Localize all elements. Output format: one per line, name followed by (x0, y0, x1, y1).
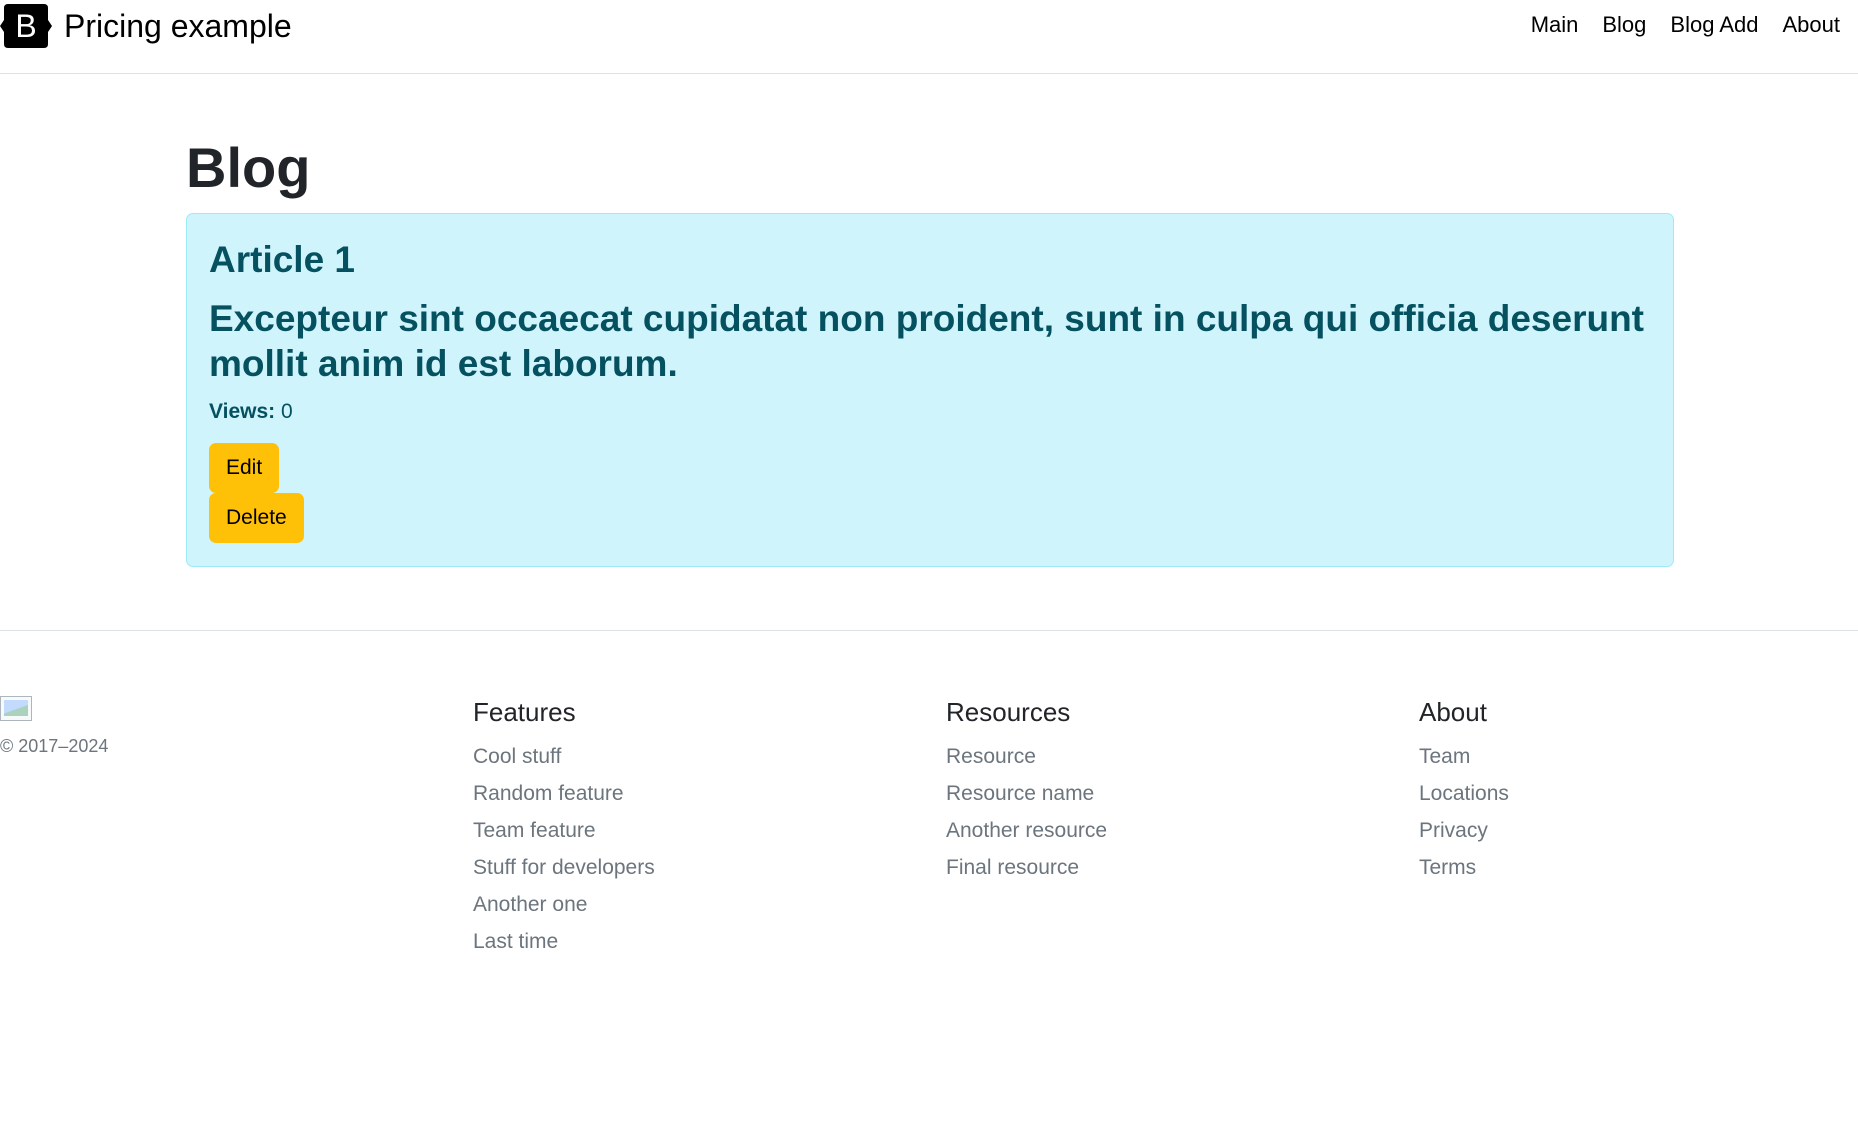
footer-link-privacy[interactable]: Privacy (1419, 819, 1488, 842)
brand-link[interactable]: B Pricing example (0, 0, 292, 52)
page-title: Blog (186, 136, 311, 199)
nav-link-blog[interactable]: Blog (1602, 12, 1646, 38)
footer-link-team-feature[interactable]: Team feature (473, 819, 596, 842)
footer-column-about: About Team Locations Privacy Terms (1419, 696, 1509, 886)
footer-link-another-resource[interactable]: Another resource (946, 819, 1107, 842)
broken-image-icon (0, 696, 32, 721)
article-card: Article 1 Excepteur sint occaecat cupida… (186, 213, 1674, 567)
main-content: Blog (0, 74, 1858, 212)
nav-link-blog-add[interactable]: Blog Add (1670, 12, 1758, 38)
article-body: Excepteur sint occaecat cupidatat non pr… (209, 298, 1644, 385)
footer-link-resource[interactable]: Resource (946, 745, 1036, 768)
footer-heading-resources: Resources (946, 697, 1071, 727)
footer-link-random-feature[interactable]: Random feature (473, 782, 624, 805)
article-title: Article 1 (209, 239, 356, 280)
views-label: Views: (209, 400, 276, 424)
footer-link-final-resource[interactable]: Final resource (946, 856, 1079, 879)
footer-column-features: Features Cool stuff Random feature Team … (473, 696, 655, 960)
site-header: B Pricing example Main Blog Blog Add Abo… (0, 0, 1858, 74)
footer-link-stuff-for-developers[interactable]: Stuff for developers (473, 856, 655, 879)
copyright-text: © 2017–2024 (0, 736, 109, 756)
nav-link-about[interactable]: About (1783, 12, 1841, 38)
brand-logo-letter: B (15, 8, 36, 44)
footer-column-resources: Resources Resource Resource name Another… (946, 696, 1107, 886)
views-count: 0 (281, 400, 293, 424)
footer-heading-about: About (1419, 697, 1487, 727)
delete-button[interactable]: Delete (209, 493, 304, 544)
article-views: Views: 0 (209, 400, 1651, 424)
footer-link-resource-name[interactable]: Resource name (946, 782, 1094, 805)
nav-link-main[interactable]: Main (1531, 12, 1579, 38)
bootstrap-logo-icon: B (0, 4, 52, 48)
main-nav: Main Blog Blog Add About (1531, 12, 1840, 38)
footer-link-last-time[interactable]: Last time (473, 930, 558, 953)
footer-heading-features: Features (473, 697, 576, 727)
brand-name: Pricing example (64, 8, 292, 44)
footer-link-terms[interactable]: Terms (1419, 856, 1476, 879)
footer-link-another-one[interactable]: Another one (473, 893, 587, 916)
site-footer: © 2017–2024 Features Cool stuff Random f… (0, 630, 1858, 1051)
footer-link-team[interactable]: Team (1419, 745, 1470, 768)
footer-link-locations[interactable]: Locations (1419, 782, 1509, 805)
footer-link-cool-stuff[interactable]: Cool stuff (473, 745, 561, 768)
edit-button[interactable]: Edit (209, 443, 280, 494)
